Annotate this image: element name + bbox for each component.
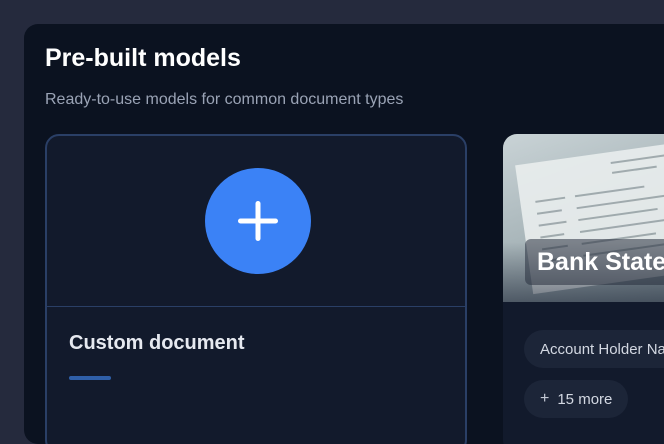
plus-icon xyxy=(238,201,278,241)
bank-statement-image: Bank Statement xyxy=(503,134,664,302)
more-fields-chip[interactable]: + 15 more xyxy=(524,380,629,418)
section-subtitle: Ready-to-use models for common document … xyxy=(45,91,404,108)
more-fields-label: 15 more xyxy=(557,390,613,408)
add-custom-document-button[interactable] xyxy=(205,168,311,274)
prebuilt-models-panel: Pre-built models Ready-to-use models for… xyxy=(24,24,664,444)
custom-document-card[interactable]: Custom document xyxy=(45,134,467,444)
bank-statement-title-overlay: Bank Statement xyxy=(525,239,664,285)
plus-icon: + xyxy=(540,390,550,407)
field-chip-account-holder: Account Holder Name xyxy=(524,330,664,368)
custom-document-name: Custom document xyxy=(69,332,245,354)
custom-card-header xyxy=(47,136,465,307)
custom-card-underline xyxy=(69,376,111,380)
bank-statement-name: Bank Statement xyxy=(537,247,664,276)
bank-statement-card[interactable]: Bank Statement Account Holder Name + 15 … xyxy=(503,134,664,444)
section-title: Pre-built models xyxy=(45,44,241,72)
